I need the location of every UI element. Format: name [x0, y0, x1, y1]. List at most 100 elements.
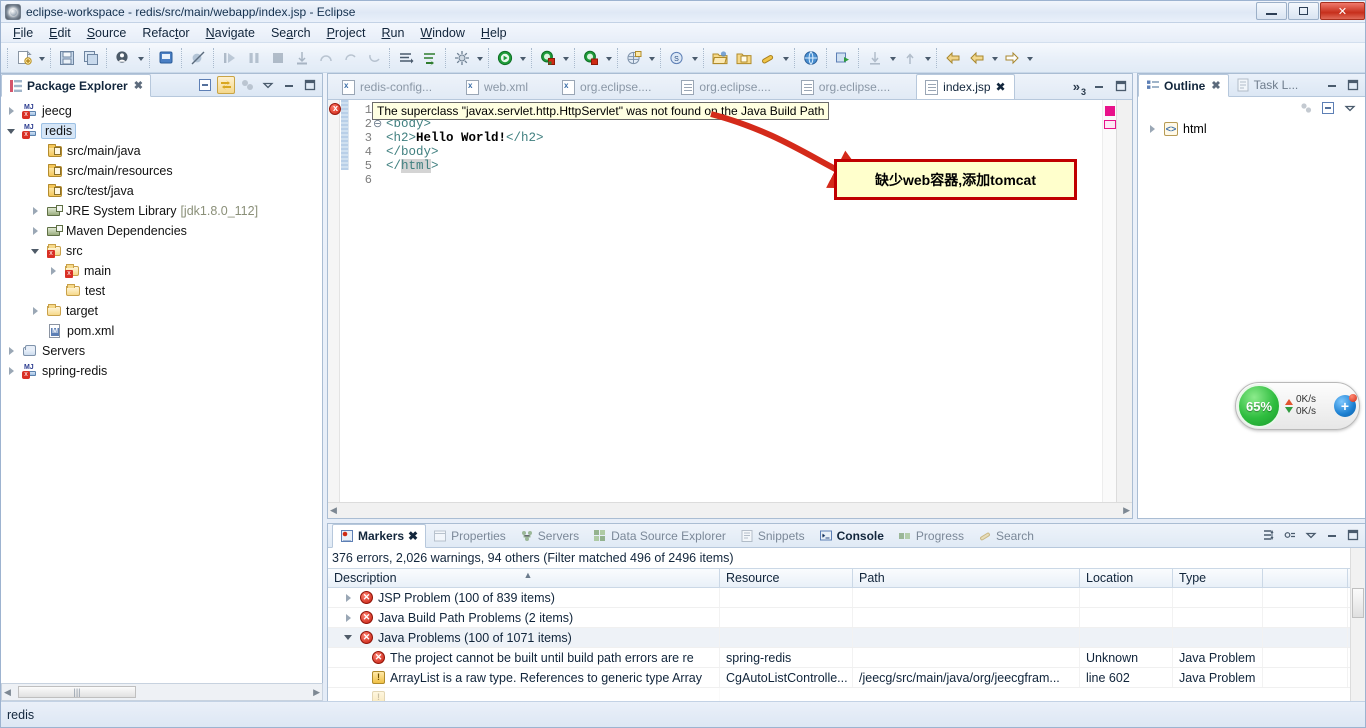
chevron-right-icon[interactable]	[5, 345, 18, 358]
skip-breakpoints-icon[interactable]	[187, 47, 209, 69]
package-explorer-hscrollbar[interactable]: ◀ ||| ▶	[1, 683, 323, 701]
next-annotation-dropdown[interactable]	[887, 47, 898, 69]
debug-suspend-icon[interactable]	[243, 47, 265, 69]
new-wizard-icon[interactable]	[13, 47, 35, 69]
save-all-icon[interactable]	[80, 47, 102, 69]
new-wizard-dropdown[interactable]	[36, 47, 47, 69]
chevron-right-icon[interactable]	[29, 305, 42, 318]
maximize-button[interactable]	[1288, 2, 1319, 20]
new-project-icon[interactable]	[623, 47, 645, 69]
tree-item-main[interactable]: main	[1, 261, 322, 281]
table-row[interactable]: ✕ JSP Problem (100 of 839 items)	[328, 588, 1365, 608]
tab-data-source-explorer[interactable]: Data Source Explorer	[586, 524, 733, 548]
column-header-path[interactable]: Path	[853, 569, 1080, 587]
back-dropdown[interactable]	[989, 47, 1000, 69]
tab-snippets[interactable]: Snippets	[733, 524, 812, 548]
editor-tab-org-eclipse-3[interactable]: org.eclipse....	[793, 75, 898, 99]
scroll-thumb[interactable]: |||	[18, 686, 136, 698]
tab-markers[interactable]: Markers ✖	[332, 524, 427, 548]
chevron-right-icon[interactable]	[342, 591, 355, 604]
tree-item-servers[interactable]: Servers	[1, 341, 322, 361]
close-icon[interactable]: ✖	[1211, 79, 1220, 92]
view-menu-icon[interactable]	[1341, 99, 1359, 117]
error-marker-icon[interactable]	[329, 103, 341, 115]
tree-item-test[interactable]: test	[1, 281, 322, 301]
debug-terminate-icon[interactable]	[267, 47, 289, 69]
tab-search[interactable]: Search	[971, 524, 1041, 548]
tab-outline[interactable]: Outline ✖	[1138, 74, 1229, 97]
focus-active-task-icon[interactable]	[238, 76, 256, 94]
close-icon[interactable]: ✖	[408, 529, 418, 543]
tab-properties[interactable]: Properties	[426, 524, 513, 548]
table-row[interactable]: ! ArrayList is a raw type. References to…	[328, 668, 1365, 688]
chevron-right-icon[interactable]	[5, 105, 18, 118]
tree-item-redis[interactable]: M Jx redis	[1, 121, 322, 141]
menu-help[interactable]: Help	[473, 24, 515, 42]
next-annotation-icon[interactable]	[864, 47, 886, 69]
table-row[interactable]: ✕ Java Problems (100 of 1071 items)	[328, 628, 1365, 648]
previous-annotation-icon[interactable]	[899, 47, 921, 69]
chevron-down-icon[interactable]	[5, 125, 18, 138]
sort-icon[interactable]	[1297, 99, 1315, 117]
back-icon[interactable]	[942, 47, 964, 69]
next-task-icon[interactable]	[419, 47, 441, 69]
chevron-right-icon[interactable]	[47, 265, 60, 278]
menu-window[interactable]: Window	[412, 24, 472, 42]
maximize-icon[interactable]	[301, 76, 319, 94]
browser-icon[interactable]	[800, 47, 822, 69]
scroll-right-icon[interactable]: ▶	[1123, 505, 1130, 516]
collapse-all-icon[interactable]	[1319, 99, 1337, 117]
column-header-type[interactable]: Type	[1173, 569, 1263, 587]
markers-dropdown-icon[interactable]	[1302, 526, 1320, 544]
menu-project[interactable]: Project	[319, 24, 374, 42]
open-task-dropdown[interactable]	[780, 47, 791, 69]
open-type-icon[interactable]	[733, 47, 755, 69]
column-header-resource[interactable]: Resource	[720, 569, 853, 587]
new-java-class-icon[interactable]	[112, 47, 134, 69]
tab-package-explorer[interactable]: Package Explorer ✖	[1, 74, 151, 97]
new-package-icon[interactable]: S	[666, 47, 688, 69]
collapse-all-icon[interactable]	[196, 76, 214, 94]
maximize-icon[interactable]	[1344, 526, 1362, 544]
expand-widget-button[interactable]: +	[1334, 394, 1357, 417]
back-history-icon[interactable]	[966, 47, 988, 69]
debug-icon[interactable]	[537, 47, 559, 69]
tab-task-list[interactable]: Task L...	[1229, 74, 1306, 96]
chevron-right-icon[interactable]	[29, 225, 42, 238]
run-dropdown[interactable]	[517, 47, 528, 69]
view-menu-icon[interactable]	[1281, 526, 1299, 544]
network-speed-widget[interactable]: 65% 0K/s 0K/s +	[1235, 382, 1360, 430]
tree-item-jre-system-library[interactable]: JRE System Library [jdk1.8.0_112]	[1, 201, 322, 221]
menu-refactor[interactable]: Refactor	[134, 24, 197, 42]
menu-edit[interactable]: Edit	[41, 24, 79, 42]
minimize-icon[interactable]	[280, 76, 298, 94]
editor-tab-redis-config[interactable]: redis-config...	[334, 75, 440, 99]
editor-tab-org-eclipse-2[interactable]: org.eclipse....	[673, 75, 778, 99]
view-menu-icon[interactable]	[259, 76, 277, 94]
tree-item-src[interactable]: src	[1, 241, 322, 261]
scroll-right-icon[interactable]: ▶	[313, 687, 320, 698]
tab-servers[interactable]: Servers	[513, 524, 586, 548]
column-header-extra[interactable]	[1263, 569, 1348, 587]
editor-maximize-icon[interactable]	[1112, 77, 1130, 95]
open-task-icon[interactable]	[395, 47, 417, 69]
table-row[interactable]: ✕ The project cannot be built until buil…	[328, 648, 1365, 668]
package-explorer-tree[interactable]: M Jx jeecg M Jx redis src/main/java src/…	[1, 97, 322, 381]
tree-item-spring-redis[interactable]: M Jx spring-redis	[1, 361, 322, 381]
column-header-description[interactable]: Description ▲	[328, 569, 720, 587]
menu-run[interactable]: Run	[373, 24, 412, 42]
editor-tab-web-xml[interactable]: web.xml	[458, 75, 536, 99]
tree-item-src-test-java[interactable]: src/test/java	[1, 181, 322, 201]
forward-dropdown[interactable]	[1024, 47, 1035, 69]
close-button[interactable]: ✕	[1320, 2, 1365, 20]
coverage-icon[interactable]	[580, 47, 602, 69]
scroll-thumb[interactable]	[1352, 588, 1364, 618]
tree-item-pom-xml[interactable]: M pom.xml	[1, 321, 322, 341]
table-row[interactable]: ✕ Java Build Path Problems (2 items)	[328, 608, 1365, 628]
chevron-right-icon[interactable]	[5, 365, 18, 378]
chevron-right-icon[interactable]	[342, 611, 355, 624]
maximize-icon[interactable]	[1344, 76, 1362, 94]
run-server-icon[interactable]	[832, 47, 854, 69]
tree-item-jeecg[interactable]: M Jx jeecg	[1, 101, 322, 121]
menu-file[interactable]: File	[5, 24, 41, 42]
